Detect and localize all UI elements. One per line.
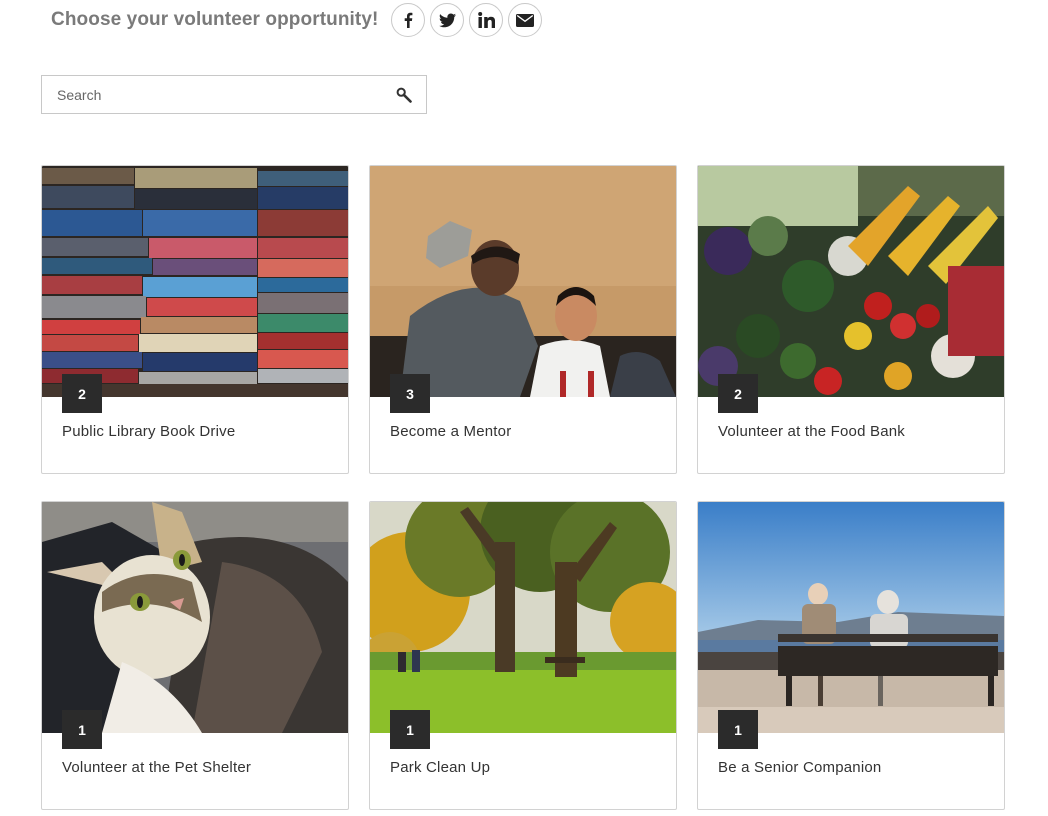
- email-icon: [516, 13, 535, 27]
- opportunity-title: Be a Senior Companion: [718, 759, 882, 776]
- opportunity-title: Volunteer at the Food Bank: [718, 423, 905, 440]
- mentor-photo-image: [370, 166, 676, 397]
- opportunity-title: Become a Mentor: [390, 423, 512, 440]
- search-box: [41, 75, 427, 114]
- linkedin-icon: [478, 12, 495, 28]
- facebook-share-button[interactable]: [391, 3, 426, 37]
- search-icon[interactable]: [396, 87, 412, 103]
- opportunity-title: Park Clean Up: [390, 759, 491, 776]
- opportunity-title: Volunteer at the Pet Shelter: [62, 759, 252, 776]
- vegetables-image: [698, 166, 1004, 397]
- park-photo-image: [370, 502, 676, 733]
- opportunity-card[interactable]: 1 Park Clean Up: [369, 501, 677, 810]
- book-stacks-image: [42, 166, 348, 397]
- opportunity-title: Public Library Book Drive: [62, 423, 236, 440]
- count-badge: 1: [718, 710, 758, 749]
- search-input[interactable]: [42, 76, 387, 113]
- email-share-button[interactable]: [508, 3, 543, 37]
- opportunity-card[interactable]: 2 Public Library Book Drive: [41, 165, 349, 474]
- page-header: Choose your volunteer opportunity!: [51, 2, 543, 38]
- facebook-icon: [405, 12, 413, 28]
- seniors-on-bench-image: [698, 502, 1004, 733]
- count-badge: 2: [62, 374, 102, 413]
- count-badge: 2: [718, 374, 758, 413]
- opportunity-card[interactable]: 2 Volunteer at the Food Bank: [697, 165, 1005, 474]
- twitter-share-button[interactable]: [430, 3, 465, 37]
- opportunity-card[interactable]: 1 Be a Senior Companion: [697, 501, 1005, 810]
- opportunity-card[interactable]: 1 Volunteer at the Pet Shelter: [41, 501, 349, 810]
- count-badge: 1: [62, 710, 102, 749]
- page-title: Choose your volunteer opportunity!: [51, 9, 379, 30]
- cat-photo-image: [42, 502, 348, 733]
- share-buttons: [391, 3, 543, 37]
- linkedin-share-button[interactable]: [469, 3, 504, 37]
- opportunity-card[interactable]: 3 Become a Mentor: [369, 165, 677, 474]
- count-badge: 1: [390, 710, 430, 749]
- twitter-icon: [438, 12, 456, 27]
- count-badge: 3: [390, 374, 430, 413]
